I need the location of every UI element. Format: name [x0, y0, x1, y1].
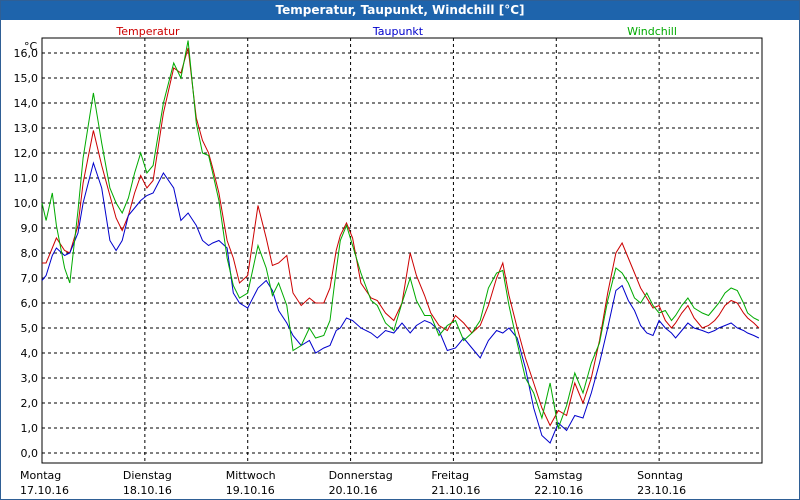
y-tick-label: 13,0 — [14, 122, 39, 135]
y-tick-label: 14,0 — [14, 97, 39, 110]
x-tick-day-label: Dienstag — [123, 469, 172, 482]
legend-label-windchill: Windchill — [627, 25, 677, 38]
y-axis-unit-label: °C — [24, 40, 38, 53]
legend-label-taupunkt: Taupunkt — [372, 25, 424, 38]
x-tick-day-label: Sonntag — [637, 469, 683, 482]
x-tick-day-label: Montag — [20, 469, 61, 482]
x-tick-date-label: 23.10.16 — [637, 484, 686, 497]
x-tick-day-label: Samstag — [534, 469, 582, 482]
y-tick-label: 15,0 — [14, 72, 39, 85]
y-tick-label: 7,0 — [21, 272, 39, 285]
x-tick-date-label: 18.10.16 — [123, 484, 172, 497]
x-tick-day-label: Mittwoch — [226, 469, 276, 482]
y-tick-label: 0,0 — [21, 447, 39, 460]
y-tick-label: 1,0 — [21, 422, 39, 435]
x-axis: Montag 17.10.16 Dienstag 18.10.16 Mittwoch 19… — [20, 469, 686, 497]
chart: 0,0 1,0 2,0 3,0 4,0 5,0 6,0 7,0 8,0 9,0 10,0 11,0 12… — [14, 25, 763, 497]
x-tick-date-label: 21.10.16 — [431, 484, 480, 497]
x-tick-date-label: 17.10.16 — [20, 484, 69, 497]
plot-area — [41, 37, 763, 464]
y-tick-label: 8,0 — [21, 247, 39, 260]
y-tick-label: 10,0 — [14, 197, 39, 210]
y-tick-label: 2,0 — [21, 397, 39, 410]
x-tick-day-label: Freitag — [431, 469, 469, 482]
y-tick-label: 6,0 — [21, 297, 39, 310]
y-tick-label: 12,0 — [14, 147, 39, 160]
y-axis: 0,0 1,0 2,0 3,0 4,0 5,0 6,0 7,0 8,0 9,0 10,0 11,0 12… — [14, 47, 39, 460]
y-tick-label: 4,0 — [21, 347, 39, 360]
x-tick-date-label: 19.10.16 — [226, 484, 275, 497]
y-tick-label: 5,0 — [21, 322, 39, 335]
x-tick-date-label: 20.10.16 — [329, 484, 378, 497]
x-tick-date-label: 22.10.16 — [534, 484, 583, 497]
x-tick-day-label: Donnerstag — [329, 469, 393, 482]
legend-label-temperatur: Temperatur — [115, 25, 180, 38]
legend: Temperatur Taupunkt Windchill — [115, 25, 677, 38]
y-tick-label: 3,0 — [21, 372, 39, 385]
y-tick-label: 11,0 — [14, 172, 39, 185]
y-tick-label: 9,0 — [21, 222, 39, 235]
